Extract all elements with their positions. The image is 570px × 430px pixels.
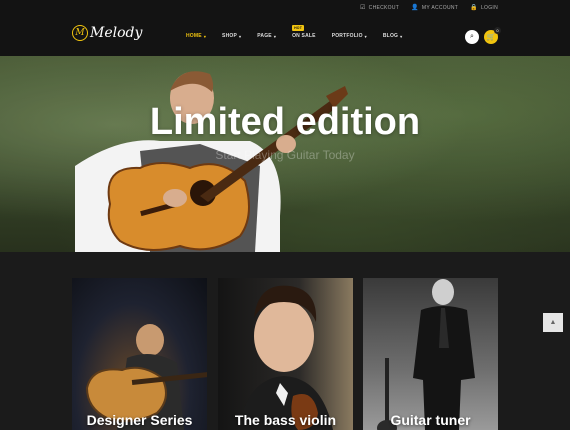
account-links: ☑ CHECKOUT 👤 MY ACCOUNT 🔒 LOGIN [359, 4, 498, 12]
checkout-label: CHECKOUT [368, 4, 400, 11]
checkout-icon: ☑ [359, 5, 366, 11]
nav-item-shop[interactable]: SHOP ▾ [222, 33, 241, 39]
chevron-down-icon: ▾ [203, 33, 207, 39]
chevron-down-icon: ▾ [400, 33, 403, 39]
user-icon: 👤 [411, 5, 419, 11]
scroll-to-top-button[interactable]: ▲ [543, 313, 563, 332]
nav-item-page[interactable]: PAGE ▾ [257, 33, 276, 39]
my-account-link[interactable]: 👤 MY ACCOUNT [411, 4, 459, 12]
collection-card-bass-violin[interactable]: The bass violin [218, 278, 353, 430]
card-title: Guitar tuner [390, 412, 471, 428]
card-photo [85, 324, 207, 430]
card-photo [238, 285, 333, 430]
nav-item-home[interactable]: HOME ▾ [186, 33, 206, 39]
nav-menu: HOME ▾ SHOP ▾ PAGE ▾ HOT ON SALE PORTFOLIO ▾… [186, 25, 402, 39]
logo-mark: M [72, 25, 88, 41]
my-account-label: MY ACCOUNT [421, 4, 459, 11]
site-logo[interactable]: M Melody [72, 25, 142, 41]
main-navigation: M Melody HOME ▾ SHOP ▾ PAGE ▾ HOT ON SALE P… [0, 18, 570, 56]
cart-count-badge: 0 [494, 27, 501, 34]
collection-card-designer-series[interactable]: Designer Series [72, 278, 207, 430]
nav-item-blog[interactable]: BLOG ▾ [383, 33, 402, 39]
nav-item-label: BLOG [382, 33, 399, 39]
chevron-down-icon: ▾ [364, 33, 367, 39]
hero-banner[interactable]: Limited edition Start Playing Guitar Tod… [0, 56, 570, 252]
nav-item-label: HOME [186, 33, 202, 39]
hero-headline: Limited edition [149, 101, 421, 143]
lock-icon: 🔒 [470, 5, 478, 11]
chevron-down-icon: ▾ [239, 33, 242, 39]
card-title: Designer Series [86, 412, 193, 428]
logo-text: Melody [90, 25, 143, 41]
nav-item-portfolio[interactable]: PORTFOLIO ▾ [332, 33, 367, 39]
nav-item-label: SHOP [222, 33, 238, 39]
cart-button[interactable]: 🛒 0 [484, 27, 501, 44]
hero-subheadline: Start Playing Guitar Today [215, 148, 355, 162]
nav-item-on-sale[interactable]: HOT ON SALE [292, 25, 316, 39]
nav-item-label: PORTFOLIO [331, 33, 363, 39]
card-title: The bass violin [234, 412, 337, 428]
checkout-link[interactable]: ☑ CHECKOUT [359, 4, 400, 12]
top-utility-bar: ☑ CHECKOUT 👤 MY ACCOUNT 🔒 LOGIN [0, 0, 570, 18]
login-link[interactable]: 🔒 LOGIN [470, 4, 498, 12]
nav-item-label: PAGE [257, 33, 272, 39]
chevron-up-icon: ▲ [549, 319, 557, 326]
search-button[interactable]: ⌕ [465, 30, 479, 44]
nav-item-label: ON SALE [292, 33, 316, 39]
card-photo [377, 279, 475, 430]
cart-icon: 🛒 [486, 34, 496, 41]
chevron-down-icon: ▾ [273, 33, 277, 39]
search-icon: ⌕ [470, 33, 474, 40]
hot-badge: HOT [292, 25, 305, 31]
login-label: LOGIN [480, 4, 498, 11]
collection-card-guitar-tuner[interactable]: Guitar tuner [363, 278, 498, 430]
